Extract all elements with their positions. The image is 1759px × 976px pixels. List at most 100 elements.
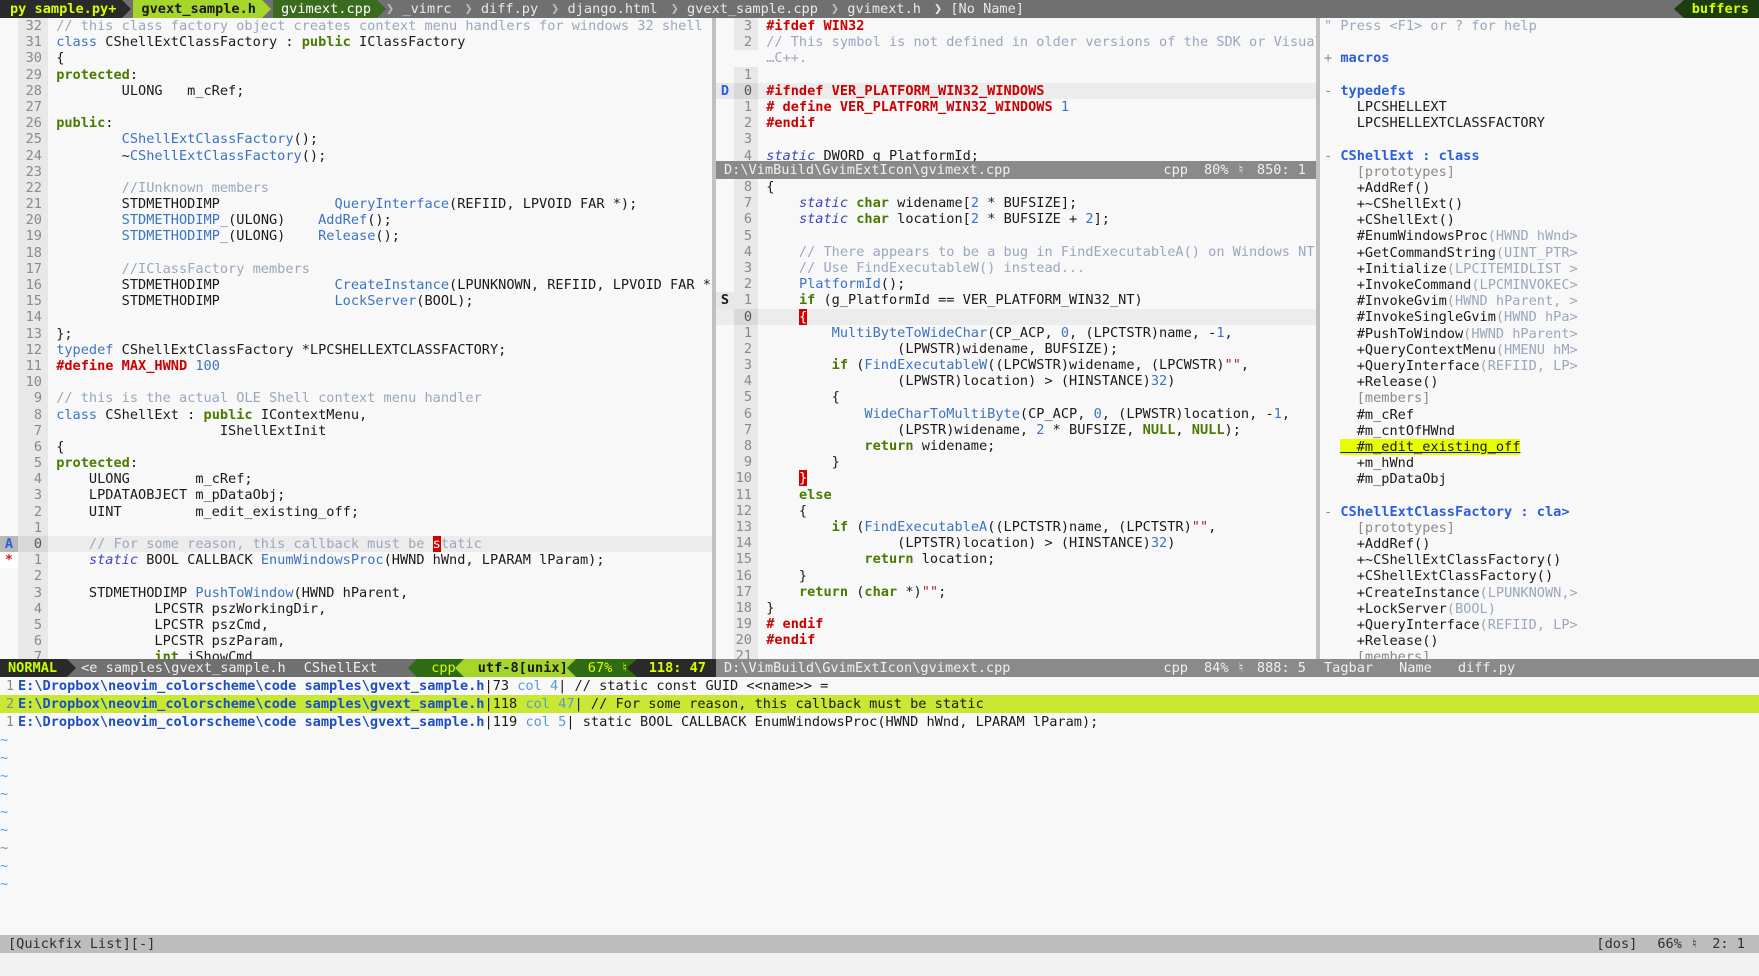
code-line[interactable]: 32 // this class factory object creates … bbox=[0, 18, 712, 35]
fold-toggle-icon[interactable]: + bbox=[1324, 50, 1340, 66]
code-line[interactable]: 4 (LPWSTR)location) > (HINSTANCE)32) bbox=[716, 373, 1316, 390]
code-line[interactable]: 3 // Use FindExecutableW() instead... bbox=[716, 259, 1316, 277]
code-line[interactable]: 15 STDMETHODIMP LockServer(BOOL); bbox=[0, 293, 712, 310]
tagbar-entry[interactable]: #m_pDataObj bbox=[1320, 471, 1759, 487]
tagbar-entry[interactable]: +GetCommandString(UINT_PTR> bbox=[1320, 245, 1759, 261]
code-line[interactable]: 1 # define VER_PLATFORM_WIN32_WINDOWS 1 bbox=[716, 98, 1316, 116]
code-line[interactable]: 5 protected: bbox=[0, 455, 712, 472]
tagbar-entry[interactable]: LPCSHELLEXTCLASSFACTORY bbox=[1320, 115, 1759, 131]
code-line[interactable]: 8 class CShellExt : public IContextMenu, bbox=[0, 406, 712, 423]
quickfix-row[interactable]: 1 E:\Dropbox\neovim_colorscheme\code samp… bbox=[0, 677, 1759, 695]
tabline-buffers-label[interactable]: buffers bbox=[1673, 0, 1759, 18]
tab-7[interactable]: ❯ gvimext.h bbox=[822, 0, 925, 18]
tagbar-entry[interactable]: #InvokeGvim(HWND hParent, > bbox=[1320, 293, 1759, 309]
code-line[interactable]: 12 { bbox=[716, 502, 1316, 519]
tab-6[interactable]: ❯ gvext_sample.cpp bbox=[662, 0, 822, 18]
right-top-editor-pane[interactable]: 3 #ifdef WIN32 2 // This symbol is not de… bbox=[716, 18, 1316, 164]
code-line[interactable]: D0 #ifndef VER_PLATFORM_WIN32_WINDOWS bbox=[716, 82, 1316, 99]
tagbar-entry[interactable]: [prototypes] bbox=[1320, 520, 1759, 536]
code-line[interactable]: 27 bbox=[0, 98, 712, 116]
tagbar-entry[interactable]: +m_hWnd bbox=[1320, 455, 1759, 471]
tagbar-entry[interactable]: #InvokeSingleGvim(HWND hPa> bbox=[1320, 309, 1759, 325]
code-line[interactable]: 4 ULONG m_cRef; bbox=[0, 471, 712, 488]
code-line[interactable]: 25 CShellExtClassFactory(); bbox=[0, 131, 712, 148]
tab-1[interactable]: gvext_sample.h bbox=[133, 0, 271, 18]
tagbar-entry[interactable]: [prototypes] bbox=[1320, 164, 1759, 180]
tagbar-entry[interactable]: +AddRef() bbox=[1320, 536, 1759, 552]
tagbar-entry[interactable]: +QueryInterface(REFIID, LP> bbox=[1320, 358, 1759, 374]
command-line[interactable] bbox=[0, 953, 1759, 976]
tagbar-entry[interactable]: [members] bbox=[1320, 390, 1759, 406]
code-line[interactable]: 0 { bbox=[716, 308, 1316, 325]
code-line[interactable]: 2 bbox=[0, 568, 712, 585]
code-line[interactable]: 20 STDMETHODIMP_(ULONG) AddRef(); bbox=[0, 212, 712, 229]
tab-5[interactable]: ❯ django.html bbox=[542, 0, 661, 18]
tagbar-entry[interactable]: +QueryContextMenu(HMENU hM> bbox=[1320, 342, 1759, 358]
code-line[interactable]: 6 WideCharToMultiByte(CP_ACP, 0, (LPWSTR… bbox=[716, 405, 1316, 422]
code-line[interactable]: 9 // this is the actual OLE Shell contex… bbox=[0, 390, 712, 407]
quickfix-list[interactable]: 1 E:\Dropbox\neovim_colorscheme\code samp… bbox=[0, 677, 1759, 935]
code-line[interactable]: 16 } bbox=[716, 567, 1316, 584]
code-line[interactable]: 2 PlatformId(); bbox=[716, 276, 1316, 293]
code-line[interactable]: 3 if (FindExecutableW((LPCWSTR)widename,… bbox=[716, 357, 1316, 374]
code-line[interactable]: 30 { bbox=[0, 50, 712, 67]
tagbar-entry[interactable]: LPCSHELLEXT bbox=[1320, 99, 1759, 115]
code-line[interactable]: 14 bbox=[0, 309, 712, 326]
code-line[interactable]: S1 if (g_PlatformId == VER_PLATFORM_WIN3… bbox=[716, 292, 1316, 309]
code-line[interactable]: 21 STDMETHODIMP QueryInterface(REFIID, L… bbox=[0, 196, 712, 213]
code-line[interactable]: 10 bbox=[0, 374, 712, 391]
tagbar-entry[interactable] bbox=[1320, 131, 1759, 147]
tagbar-entry[interactable]: +CreateInstance(LPUNKNOWN,> bbox=[1320, 585, 1759, 601]
tagbar-entry[interactable]: +~CShellExt() bbox=[1320, 196, 1759, 212]
fold-toggle-icon[interactable]: - bbox=[1324, 504, 1340, 520]
code-line[interactable]: 19 STDMETHODIMP_(ULONG) Release(); bbox=[0, 228, 712, 245]
tagbar-entry[interactable]: - CShellExt : class bbox=[1320, 148, 1759, 164]
code-line[interactable]: 2 UINT m_edit_existing_off; bbox=[0, 503, 712, 520]
code-line[interactable]: 7 (LPSTR)widename, 2 * BUFSIZE, NULL, NU… bbox=[716, 421, 1316, 439]
tagbar-entry[interactable]: #m_cRef bbox=[1320, 407, 1759, 423]
tagbar-entry[interactable]: #PushToWindow(HWND hParent> bbox=[1320, 326, 1759, 342]
code-line[interactable]: 14 (LPTSTR)location) > (HINSTANCE)32) bbox=[716, 535, 1316, 552]
code-line[interactable]: 10 } bbox=[716, 470, 1316, 487]
code-line[interactable]: 19 # endif bbox=[716, 616, 1316, 633]
code-line[interactable]: 22 //IUnknown members bbox=[0, 179, 712, 197]
code-line[interactable]: 8 { bbox=[716, 179, 1316, 196]
code-line[interactable]: 3 #ifdef WIN32 bbox=[716, 18, 1316, 35]
code-line[interactable]: 5 LPCSTR pszCmd, bbox=[0, 616, 712, 634]
code-line[interactable]: 11 #define MAX_HWND 100 bbox=[0, 357, 712, 375]
code-line[interactable]: 6 static char location[2 * BUFSIZE + 2]; bbox=[716, 211, 1316, 228]
tagbar-entry[interactable]: +InvokeCommand(LPCMINVOKEC> bbox=[1320, 277, 1759, 293]
tagbar-entry[interactable]: #m_edit_existing_off bbox=[1320, 438, 1759, 455]
tagbar-entry[interactable]: +AddRef() bbox=[1320, 180, 1759, 196]
code-line[interactable]: 2 #endif bbox=[716, 115, 1316, 132]
code-line[interactable]: 8 return widename; bbox=[716, 438, 1316, 455]
tagbar-entry[interactable]: + macros bbox=[1320, 50, 1759, 66]
code-line[interactable]: 12 typedef CShellExtClassFactory *LPCSHE… bbox=[0, 341, 712, 358]
code-line[interactable]: 4 // There appears to be a bug in FindEx… bbox=[716, 243, 1316, 260]
tagbar-entry[interactable]: +Release() bbox=[1320, 633, 1759, 649]
tagbar-entry[interactable]: +Release() bbox=[1320, 374, 1759, 390]
code-line[interactable]: 1 MultiByteToWideChar(CP_ACP, 0, (LPCTST… bbox=[716, 324, 1316, 341]
code-line[interactable]: 26 public: bbox=[0, 115, 712, 132]
code-line[interactable]: 3 bbox=[716, 131, 1316, 148]
code-line[interactable]: A0 // For some reason, this callback mus… bbox=[0, 536, 712, 553]
code-line[interactable]: 18 } bbox=[716, 599, 1316, 617]
tagbar-entry[interactable]: #EnumWindowsProc(HWND hWnd> bbox=[1320, 228, 1759, 244]
tagbar-entry[interactable]: +Initialize(LPCITEMIDLIST > bbox=[1320, 261, 1759, 277]
code-line[interactable]: 1 bbox=[0, 519, 712, 537]
tab-2[interactable]: gvimext.cpp bbox=[272, 0, 387, 18]
tagbar-entry[interactable]: +CShellExt() bbox=[1320, 212, 1759, 228]
left-editor-pane[interactable]: 32 // this class factory object creates … bbox=[0, 18, 712, 662]
code-line[interactable]: 4 LPCSTR pszWorkingDir, bbox=[0, 600, 712, 617]
code-line[interactable]: 3 LPDATAOBJECT m_pDataObj; bbox=[0, 487, 712, 504]
code-line[interactable]: 13 }; bbox=[0, 325, 712, 342]
fold-toggle-icon[interactable]: - bbox=[1324, 83, 1340, 99]
tagbar-entry[interactable] bbox=[1320, 67, 1759, 83]
tabline[interactable]: py sample.py+ gvext_sample.h gvimext.cpp ❯ … bbox=[0, 0, 1759, 18]
tagbar-entry[interactable] bbox=[1320, 487, 1759, 503]
code-line[interactable]: 1 bbox=[716, 66, 1316, 83]
code-line[interactable]: 6 { bbox=[0, 438, 712, 456]
tagbar-entry[interactable]: +LockServer(BOOL) bbox=[1320, 601, 1759, 617]
code-line[interactable]: 7 IShellExtInit bbox=[0, 422, 712, 439]
tab-8[interactable]: ❯ [No Name] bbox=[924, 0, 1039, 18]
